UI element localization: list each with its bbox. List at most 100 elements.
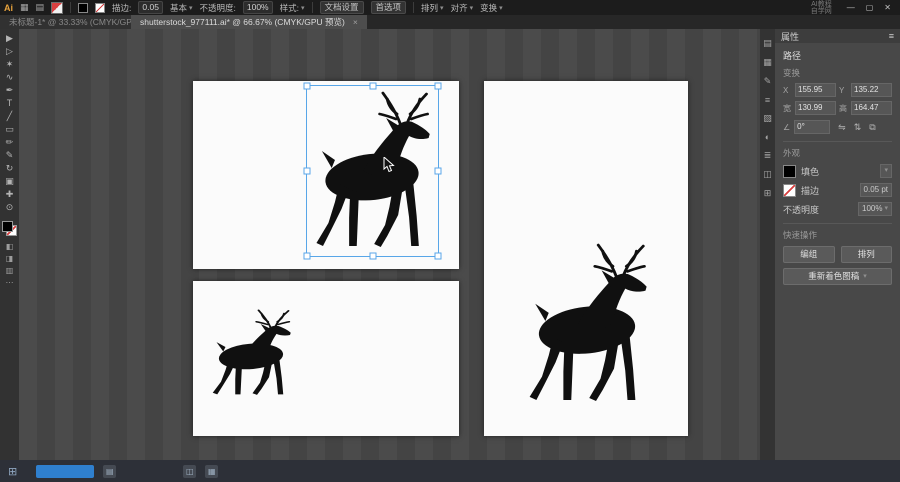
style-dropdown[interactable]: 样式: ▾ [280,2,305,14]
separator [312,2,313,13]
color-panel-icon[interactable]: ▤ [763,38,772,49]
selection-handle[interactable] [304,83,311,90]
libraries-panel-icon[interactable]: ⊞ [764,188,772,199]
rotate-field[interactable]: 0° [794,120,830,134]
canvas[interactable] [19,29,760,460]
selection-handle[interactable] [369,83,376,90]
arrange-documents-icon[interactable]: ▦ [20,2,29,13]
hand-tool[interactable]: ✚ [6,188,14,201]
opacity-field[interactable]: 100% [243,1,273,14]
divider [783,223,892,224]
recolor-artwork-button[interactable]: 重新着色图稿 ▾ [783,268,892,285]
flip-vertical-icon[interactable]: ⇅ [854,122,862,133]
close-button[interactable]: ✕ [884,3,891,12]
taskbar-app-media-player[interactable]: ▦ [205,465,218,478]
pen-tool[interactable]: ✒ [6,84,14,97]
appearance-section-label: 外观 [783,147,892,159]
layers-panel-icon[interactable]: ≣ [764,150,772,161]
stroke-color-chip[interactable] [783,184,796,197]
stroke-weight-field[interactable]: 0.05 pt [860,183,892,197]
selection-bounding-box[interactable] [306,85,439,257]
x-position-field[interactable]: 155.95 [795,83,836,97]
tab-shutterstock-document[interactable]: shutterstock_977111.ai* @ 66.67% (CMYK/G… [131,15,367,29]
swatches-panel-icon[interactable]: ▦ [763,57,772,68]
artboard-1[interactable] [193,81,459,269]
taskbar: ⊞ ▤ ◫ ▦ [0,460,900,482]
zoom-tool[interactable]: ⊙ [6,201,14,214]
magic-wand-tool[interactable]: ✶ [6,58,14,71]
pencil-tool[interactable]: ✎ [6,149,14,162]
start-button[interactable]: ⊞ [8,465,17,478]
screen-mode-icon[interactable]: ▥ [6,265,14,277]
stroke-label: 描边: [112,2,131,14]
workspace-icon[interactable]: ▤ [36,2,45,13]
fill-stroke-indicator[interactable] [2,221,17,236]
scale-tool[interactable]: ▣ [5,175,14,188]
close-tab-icon[interactable]: × [353,17,358,27]
artboard-3[interactable] [484,81,688,436]
document-tab-bar: 未标题-1* @ 33.33% (CMYK/GPU 预览) shuttersto… [0,15,900,29]
group-button[interactable]: 编组 [783,246,835,263]
selection-tool[interactable]: ▶ [6,32,13,45]
selection-handle[interactable] [435,253,442,260]
deer-artwork-small[interactable] [209,308,293,396]
type-tool[interactable]: T [7,97,13,110]
opacity-dropdown[interactable]: 100% ▾ [858,202,892,216]
brushes-panel-icon[interactable]: ✎ [764,76,772,87]
paintbrush-tool[interactable]: ✏ [6,136,14,149]
selection-handle[interactable] [369,253,376,260]
control-bar: Ai ▦ ▤ 描边: 0.05 基本 ▾ 不透明度: 100% 样式: ▾ 文档… [0,0,900,15]
link-dimensions-icon[interactable]: ⧉ [869,122,875,133]
artboards-panel-icon[interactable]: ◫ [763,169,772,180]
tab-untitled-document[interactable]: 未标题-1* @ 33.33% (CMYK/GPU 预览) [0,15,131,29]
rotate-tool[interactable]: ↻ [6,162,14,175]
window-controls: — ▢ ✕ [847,3,891,12]
fill-swatch[interactable] [2,221,13,232]
align-dropdown[interactable]: 对齐 ▾ [451,2,474,14]
document-setup-button[interactable]: 文档设置 [320,1,364,14]
lasso-tool[interactable]: ∿ [6,71,14,84]
maximize-button[interactable]: ▢ [866,3,874,12]
arrange-dropdown[interactable]: 排列 ▾ [421,2,444,14]
preferences-button[interactable]: 首选项 [371,1,407,14]
chevron-down-icon: ▾ [189,4,193,12]
stroke-weight-field[interactable]: 0.05 [138,1,163,14]
line-segment-tool[interactable]: ╱ [7,110,12,123]
height-field[interactable]: 164.47 [851,101,892,115]
watermark: AI教程 自学网 [811,1,832,15]
artboard-2[interactable] [193,281,459,436]
fill-color-chip[interactable] [78,3,88,13]
draw-normal-icon[interactable]: ◧ [6,241,14,253]
gradient-panel-icon[interactable]: ▧ [763,113,772,124]
stroke-panel-icon[interactable]: ≡ [765,95,770,105]
deer-artwork-portrait[interactable] [524,241,650,403]
width-field[interactable]: 130.99 [795,101,836,115]
panel-menu-icon[interactable]: ≡ [889,31,894,41]
draw-behind-icon[interactable]: ◨ [6,253,14,265]
transparency-panel-icon[interactable]: ◐ [765,132,770,142]
taskbar-active-app[interactable] [36,465,94,478]
fill-color-chip[interactable] [783,165,796,178]
brush-definition-dropdown[interactable]: 基本 ▾ [170,2,193,14]
flip-horizontal-icon[interactable]: ⇋ [838,122,846,133]
taskbar-app-file-explorer[interactable]: ▤ [103,465,116,478]
selection-handle[interactable] [435,168,442,175]
color-swatch-icon[interactable] [51,2,63,14]
fill-options-dropdown[interactable]: ▾ [880,164,892,178]
transform-fields: X 155.95 Y 135.22 宽 130.99 高 164.47 [783,83,892,115]
selection-handle[interactable] [435,83,442,90]
transform-dropdown[interactable]: 变换 ▾ [480,2,503,14]
taskbar-app-browser[interactable]: ◫ [183,465,196,478]
arrange-button[interactable]: 排列 [841,246,893,263]
direct-selection-tool[interactable]: ▷ [6,45,13,58]
panel-dock: ▤ ▦ ✎ ≡ ▧ ◐ ≣ ◫ ⊞ [760,29,775,460]
selection-handle[interactable] [304,253,311,260]
selection-handle[interactable] [304,168,311,175]
stroke-color-chip[interactable] [95,3,105,13]
rectangle-tool[interactable]: ▭ [5,123,14,136]
y-position-field[interactable]: 135.22 [851,83,892,97]
edit-toolbar-icon[interactable]: ⋯ [6,277,14,289]
panel-title: 属性 [781,30,799,43]
minimize-button[interactable]: — [847,3,855,12]
quick-actions-section-label: 快速操作 [783,229,892,241]
